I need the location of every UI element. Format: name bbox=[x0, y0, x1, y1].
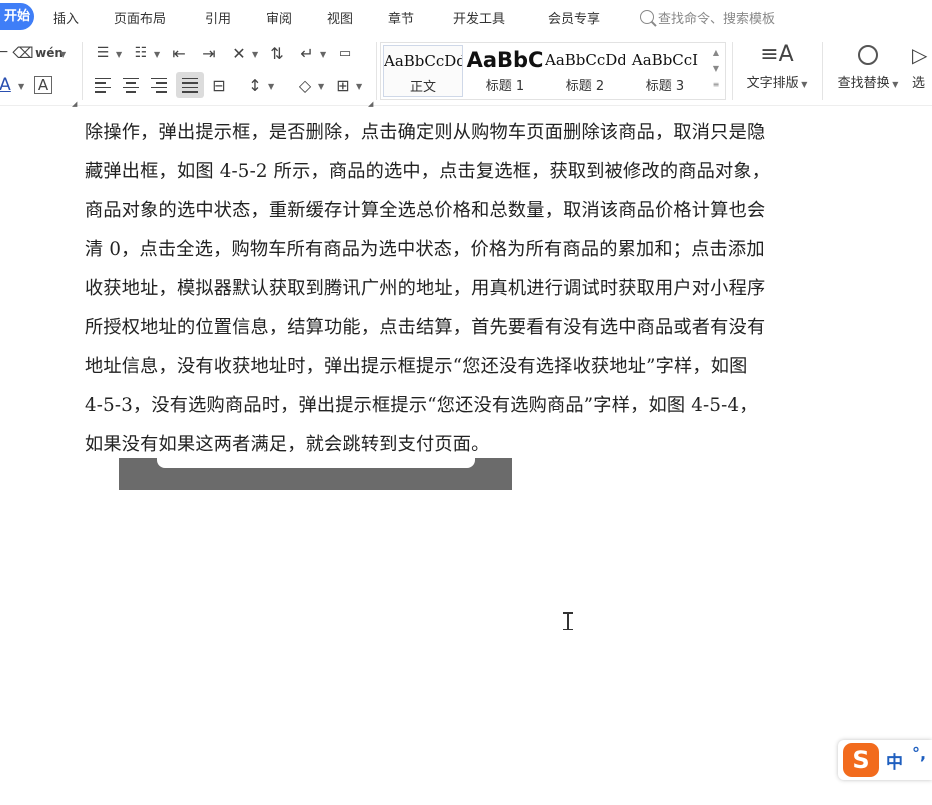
distributed-align-icon[interactable]: ⊟ bbox=[208, 74, 230, 96]
document-body[interactable]: 除操作，弹出提示框，是否删除，点击确定则从购物车页面删除该商品，取消只是隐 藏弹… bbox=[85, 113, 825, 464]
style-sample: AaBbCcI bbox=[631, 51, 699, 69]
ribbon-toolbar: ⌐ ⌫ wén ▼ A ▼ A ◢ ☰ ▼ ☷ ▼ ⇤ ⇥ ✕ ▼ ⇅ ↵ ▼ … bbox=[0, 34, 932, 108]
style-heading-1[interactable]: AaBbC 标题 1 bbox=[465, 45, 545, 97]
paragraph-line: 除操作，弹出提示框，是否删除，点击确定则从购物车页面删除该商品，取消只是隐 bbox=[85, 122, 766, 143]
chevron-down-icon: ▼ bbox=[889, 80, 899, 89]
align-center-icon[interactable] bbox=[120, 74, 142, 96]
style-label: 标题 1 bbox=[485, 79, 525, 94]
menu-bar: 开始 插入 页面布局 引用 审阅 视图 章节 开发工具 会员专享 查找命令、搜索… bbox=[0, 0, 932, 34]
chevron-down-icon: ▼ bbox=[798, 80, 808, 89]
ime-logo[interactable]: S bbox=[843, 743, 879, 777]
style-sample: AaBbCcDd bbox=[384, 52, 463, 70]
chevron-down-icon[interactable]: ▼ bbox=[252, 50, 258, 59]
chinese-layout-icon[interactable]: ✕ bbox=[228, 42, 250, 64]
numbered-list-icon[interactable]: ☷ bbox=[130, 42, 152, 64]
line-spacing-icon[interactable]: ↕ bbox=[244, 74, 266, 96]
tab-references[interactable]: 引用 bbox=[205, 8, 231, 27]
command-search[interactable]: 查找命令、搜索模板 bbox=[640, 6, 775, 28]
styles-scroll[interactable]: ▲ ▼ ≡ bbox=[709, 45, 723, 97]
style-heading-2[interactable]: AaBbCcDd 标题 2 bbox=[545, 45, 625, 97]
paragraph-dialog-launcher-icon[interactable]: ◢ bbox=[368, 100, 373, 108]
char-border-icon[interactable]: A bbox=[34, 76, 52, 94]
decrease-indent-icon[interactable]: ⇤ bbox=[168, 42, 190, 64]
phonetic-guide-icon[interactable]: wén bbox=[35, 42, 63, 64]
ime-punctuation-toggle[interactable]: °, bbox=[912, 744, 926, 763]
styles-gallery: AaBbCcDd 正文 AaBbC 标题 1 AaBbCcDd 标题 2 AaB… bbox=[380, 42, 726, 100]
ime-toolbar[interactable]: S 中 °, bbox=[838, 740, 932, 780]
divider bbox=[732, 42, 733, 100]
font-dialog-launcher-icon[interactable]: ◢ bbox=[72, 100, 77, 108]
ime-language-toggle[interactable]: 中 bbox=[886, 748, 903, 773]
chevron-down-icon[interactable]: ▼ bbox=[320, 50, 326, 59]
divider bbox=[82, 42, 83, 100]
style-label: 标题 3 bbox=[645, 79, 685, 94]
tab-start[interactable]: 开始 bbox=[0, 3, 34, 30]
tab-developer-tools[interactable]: 开发工具 bbox=[453, 8, 505, 27]
bullet-list-icon[interactable]: ☰ bbox=[92, 42, 114, 64]
search-icon bbox=[640, 10, 654, 24]
style-sample: AaBbC bbox=[466, 48, 544, 72]
chevron-down-icon[interactable]: ▼ bbox=[709, 61, 723, 77]
chevron-down-icon[interactable]: ▼ bbox=[18, 82, 24, 91]
paragraph-line: 4-5-3，没有选购商品时，弹出提示框提示“您还没有选购商品”字样，如图 4-5… bbox=[85, 395, 758, 416]
tab-review[interactable]: 审阅 bbox=[266, 8, 292, 27]
ruler-icon[interactable]: ▭ bbox=[334, 42, 356, 64]
magnifier-icon bbox=[832, 42, 904, 68]
paragraph-line: 商品对象的选中状态，重新缓存计算全选总价格和总数量，取消该商品价格计算也会 bbox=[85, 200, 766, 221]
sort-icon[interactable]: ⇅ bbox=[266, 42, 288, 64]
embedded-image-top-edge bbox=[157, 458, 475, 468]
tab-chapter[interactable]: 章节 bbox=[388, 8, 414, 27]
borders-icon[interactable]: ⊞ bbox=[332, 74, 354, 96]
text-layout-button[interactable]: ≡A 文字排版 ▼ bbox=[740, 42, 814, 91]
paragraph-line: 清 0，点击全选，购物车所有商品为选中状态，价格为所有商品的累加和；点击添加 bbox=[85, 239, 765, 260]
align-justify-icon[interactable] bbox=[176, 72, 204, 98]
divider bbox=[822, 42, 823, 100]
text-layout-label: 文字排版 bbox=[746, 76, 799, 91]
show-hide-marks-icon[interactable]: ↵ bbox=[296, 42, 318, 64]
chevron-down-icon[interactable]: ▼ bbox=[154, 50, 160, 59]
style-normal[interactable]: AaBbCcDd 正文 bbox=[383, 45, 463, 97]
increase-indent-icon[interactable]: ⇥ bbox=[198, 42, 220, 64]
align-left-icon[interactable] bbox=[92, 74, 114, 96]
text-layout-icon: ≡A bbox=[760, 42, 794, 67]
select-cursor-icon: ▷ bbox=[912, 43, 928, 67]
style-label: 标题 2 bbox=[565, 79, 605, 94]
find-replace-label: 查找替换 bbox=[837, 76, 890, 91]
chevron-down-icon[interactable]: ▼ bbox=[116, 50, 122, 59]
align-right-icon[interactable] bbox=[148, 74, 170, 96]
text-cursor-icon bbox=[563, 612, 573, 630]
chevron-down-icon[interactable]: ▼ bbox=[268, 82, 274, 91]
chevron-down-icon[interactable]: ▼ bbox=[60, 50, 66, 59]
style-label: 正文 bbox=[409, 80, 436, 95]
shading-icon[interactable]: ◇ bbox=[294, 74, 316, 96]
style-heading-3[interactable]: AaBbCcI 标题 3 bbox=[625, 45, 705, 97]
style-sample: AaBbCcDd bbox=[545, 51, 625, 69]
paragraph-line: 藏弹出框，如图 4-5-2 所示，商品的选中，点击复选框，获取到被修改的商品对象… bbox=[85, 161, 771, 182]
divider bbox=[376, 42, 377, 100]
chevron-up-icon[interactable]: ▲ bbox=[709, 45, 723, 61]
chevron-down-icon[interactable]: ▼ bbox=[318, 82, 324, 91]
command-search-placeholder: 查找命令、搜索模板 bbox=[658, 11, 776, 27]
paragraph-line: 所授权地址的位置信息，结算功能，点击结算，首先要看有没有选中商品或者有没有 bbox=[85, 317, 766, 338]
select-label: 选 bbox=[912, 76, 926, 91]
embedded-image-fragment[interactable] bbox=[119, 458, 512, 490]
more-styles-icon[interactable]: ≡ bbox=[709, 77, 723, 93]
eraser-icon[interactable]: ⌫ bbox=[12, 42, 34, 64]
find-replace-button[interactable]: 查找替换 ▼ bbox=[832, 42, 904, 91]
paragraph-line: 地址信息，没有收获地址时，弹出提示框提示“您还没有选择收获地址”字样，如图 bbox=[85, 356, 748, 377]
tab-page-layout[interactable]: 页面布局 bbox=[114, 8, 166, 27]
chevron-down-icon[interactable]: ▼ bbox=[356, 82, 362, 91]
select-button[interactable]: ▷ 选 bbox=[912, 42, 932, 91]
font-color-icon[interactable]: A bbox=[0, 74, 16, 96]
tab-view[interactable]: 视图 bbox=[327, 8, 353, 27]
tab-insert[interactable]: 插入 bbox=[53, 8, 79, 27]
tab-member[interactable]: 会员专享 bbox=[548, 8, 600, 27]
paragraph-line: 收获地址，模拟器默认获取到腾讯广州的地址，用真机进行调试时获取用户对小程序 bbox=[85, 278, 766, 299]
